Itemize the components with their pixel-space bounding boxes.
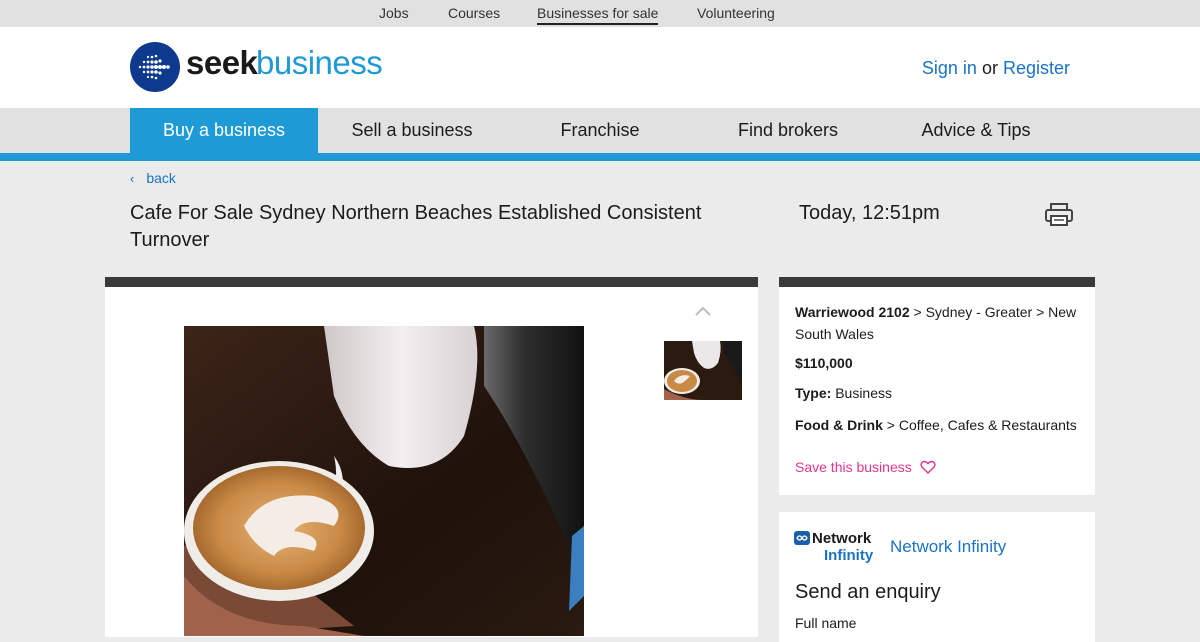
save-business-button[interactable]: Save this business — [795, 456, 1079, 478]
sign-in-link[interactable]: Sign in — [922, 58, 977, 78]
logo-business-text[interactable]: business — [256, 44, 383, 82]
chevron-up-icon[interactable] — [693, 304, 713, 322]
full-name-label: Full name — [795, 615, 857, 631]
photo-gallery — [105, 277, 758, 637]
auth-links: Sign in or Register — [922, 58, 1070, 79]
logo-network-text: Network — [812, 530, 872, 547]
logo-seek-text[interactable]: seek — [186, 44, 258, 82]
listing-date: Today, 12:51pm — [799, 202, 940, 224]
back-chevron-icon: ‹ — [130, 171, 135, 186]
network-infinity-logo[interactable]: Network Infinity — [794, 529, 876, 565]
topnav-courses[interactable]: Courses — [448, 5, 500, 21]
agency-card: Network Infinity Network Infinity Send a… — [779, 512, 1095, 642]
nav-franchise[interactable]: Franchise — [506, 108, 694, 153]
main-photo-latte-art[interactable] — [184, 326, 584, 636]
main-nav: Buy a business Sell a business Franchise… — [0, 108, 1200, 153]
topnav-volunteering[interactable]: Volunteering — [697, 5, 775, 21]
price: $110,000 — [795, 355, 853, 371]
enquiry-heading: Send an enquiry — [795, 581, 941, 603]
thumbnail-latte-art[interactable] — [664, 341, 742, 400]
seek-logo-icon[interactable] — [130, 42, 180, 92]
print-icon[interactable] — [1044, 203, 1074, 232]
type-value: Business — [831, 385, 893, 401]
save-label: Save this business — [795, 459, 912, 475]
logo-infinity-text: Infinity — [824, 547, 874, 564]
location-line: Warriewood 2102 > Sydney - Greater > New… — [795, 301, 1079, 345]
listing-title: Cafe For Sale Sydney Northern Beaches Es… — [130, 202, 702, 251]
heart-icon — [920, 460, 936, 474]
nav-accent-bar — [0, 153, 1200, 161]
topnav-jobs[interactable]: Jobs — [379, 5, 409, 21]
topnav-businesses-for-sale[interactable]: Businesses for sale — [537, 5, 659, 25]
site-header: seek business Sign in or Register — [0, 27, 1200, 108]
top-strip: Jobs Courses Businesses for sale Volunte… — [0, 0, 1200, 27]
register-link[interactable]: Register — [1003, 58, 1070, 78]
nav-buy-a-business[interactable]: Buy a business — [130, 108, 318, 153]
nav-find-brokers[interactable]: Find brokers — [694, 108, 882, 153]
category[interactable]: Food & Drink — [795, 417, 883, 433]
type-label: Type: — [795, 385, 832, 401]
agency-name-link[interactable]: Network Infinity — [890, 537, 1006, 557]
nav-sell-a-business[interactable]: Sell a business — [318, 108, 506, 153]
back-label: back — [146, 170, 176, 186]
subcategory[interactable]: > Coffee, Cafes & Restaurants — [883, 417, 1077, 433]
listing-details-card: Warriewood 2102 > Sydney - Greater > New… — [779, 277, 1095, 495]
auth-or: or — [981, 58, 998, 78]
back-link[interactable]: ‹ back — [130, 170, 176, 186]
nav-advice-tips[interactable]: Advice & Tips — [882, 108, 1070, 153]
suburb[interactable]: Warriewood 2102 — [795, 304, 910, 320]
